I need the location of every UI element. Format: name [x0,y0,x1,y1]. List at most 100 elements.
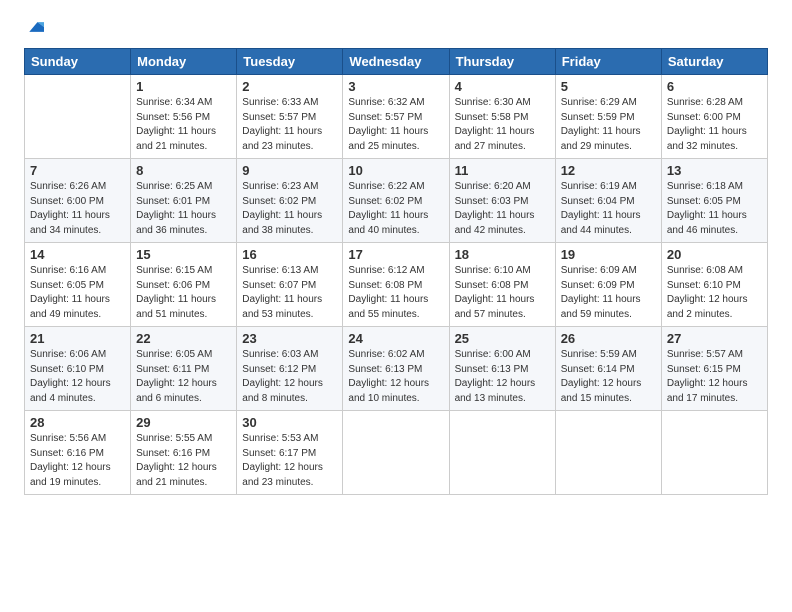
cell-info: Sunrise: 6:08 AMSunset: 6:10 PMDaylight:… [667,264,762,322]
cell-info: Sunrise: 6:19 AMSunset: 6:04 PMDaylight:… [561,180,656,238]
day-number: 28 [30,415,125,430]
cell-info: Sunrise: 6:26 AMSunset: 6:00 PMDaylight:… [30,180,125,238]
calendar-cell: 15 Sunrise: 6:15 AMSunset: 6:06 PMDayligh… [131,243,237,327]
header-day-wednesday: Wednesday [343,49,449,75]
cell-info: Sunrise: 6:22 AMSunset: 6:02 PMDaylight:… [348,180,443,238]
calendar-cell: 1 Sunrise: 6:34 AMSunset: 5:56 PMDaylight… [131,75,237,159]
day-number: 27 [667,331,762,346]
cell-info: Sunrise: 5:56 AMSunset: 6:16 PMDaylight:… [30,432,125,490]
day-number: 30 [242,415,337,430]
calendar-cell: 22 Sunrise: 6:05 AMSunset: 6:11 PMDayligh… [131,327,237,411]
day-number: 14 [30,247,125,262]
calendar-cell: 2 Sunrise: 6:33 AMSunset: 5:57 PMDaylight… [237,75,343,159]
day-number: 9 [242,163,337,178]
calendar-cell: 27 Sunrise: 5:57 AMSunset: 6:15 PMDayligh… [661,327,767,411]
calendar-cell: 12 Sunrise: 6:19 AMSunset: 6:04 PMDayligh… [555,159,661,243]
header-day-tuesday: Tuesday [237,49,343,75]
calendar-cell [25,75,131,159]
cell-info: Sunrise: 6:23 AMSunset: 6:02 PMDaylight:… [242,180,337,238]
day-number: 18 [455,247,550,262]
day-number: 15 [136,247,231,262]
day-number: 10 [348,163,443,178]
header-day-sunday: Sunday [25,49,131,75]
day-number: 3 [348,79,443,94]
calendar-cell: 19Sunrise: 6:09 AMSunset: 6:09 PMDayligh… [555,243,661,327]
logo [24,20,44,34]
day-number: 8 [136,163,231,178]
day-number: 19 [561,247,656,262]
cell-info: Sunrise: 6:32 AMSunset: 5:57 PMDaylight:… [348,96,443,154]
cell-info: Sunrise: 6:34 AMSunset: 5:56 PMDaylight:… [136,96,231,154]
cell-info: Sunrise: 5:59 AMSunset: 6:14 PMDaylight:… [561,348,656,406]
day-number: 11 [455,163,550,178]
cell-info: Sunrise: 6:16 AMSunset: 6:05 PMDaylight:… [30,264,125,322]
day-number: 1 [136,79,231,94]
header-day-thursday: Thursday [449,49,555,75]
calendar-cell [661,411,767,495]
day-number: 13 [667,163,762,178]
calendar-cell: 5Sunrise: 6:29 AMSunset: 5:59 PMDaylight… [555,75,661,159]
calendar-cell: 24 Sunrise: 6:02 AMSunset: 6:13 PMDayligh… [343,327,449,411]
cell-info: Sunrise: 6:03 AMSunset: 6:12 PMDaylight:… [242,348,337,406]
calendar-cell: 18 Sunrise: 6:10 AMSunset: 6:08 PMDayligh… [449,243,555,327]
calendar-cell: 8 Sunrise: 6:25 AMSunset: 6:01 PMDaylight… [131,159,237,243]
cell-info: Sunrise: 6:20 AMSunset: 6:03 PMDaylight:… [455,180,550,238]
calendar-cell: 16 Sunrise: 6:13 AMSunset: 6:07 PMDayligh… [237,243,343,327]
day-number: 16 [242,247,337,262]
cell-info: Sunrise: 6:00 AMSunset: 6:13 PMDaylight:… [455,348,550,406]
calendar-cell: 9 Sunrise: 6:23 AMSunset: 6:02 PMDaylight… [237,159,343,243]
calendar-cell [449,411,555,495]
day-number: 4 [455,79,550,94]
cell-info: Sunrise: 6:02 AMSunset: 6:13 PMDaylight:… [348,348,443,406]
calendar-cell: 13 Sunrise: 6:18 AMSunset: 6:05 PMDayligh… [661,159,767,243]
calendar-cell: 20 Sunrise: 6:08 AMSunset: 6:10 PMDayligh… [661,243,767,327]
calendar-cell: 4 Sunrise: 6:30 AMSunset: 5:58 PMDaylight… [449,75,555,159]
calendar-cell: 30 Sunrise: 5:53 AMSunset: 6:17 PMDayligh… [237,411,343,495]
calendar-cell [343,411,449,495]
day-number: 12 [561,163,656,178]
cell-info: Sunrise: 6:18 AMSunset: 6:05 PMDaylight:… [667,180,762,238]
cell-info: Sunrise: 6:15 AMSunset: 6:06 PMDaylight:… [136,264,231,322]
cell-info: Sunrise: 5:53 AMSunset: 6:17 PMDaylight:… [242,432,337,490]
calendar-cell: 25 Sunrise: 6:00 AMSunset: 6:13 PMDayligh… [449,327,555,411]
calendar-table: SundayMondayTuesdayWednesdayThursdayFrid… [24,48,768,495]
cell-info: Sunrise: 5:55 AMSunset: 6:16 PMDaylight:… [136,432,231,490]
cell-info: Sunrise: 6:28 AMSunset: 6:00 PMDaylight:… [667,96,762,154]
day-number: 17 [348,247,443,262]
day-number: 2 [242,79,337,94]
day-number: 7 [30,163,125,178]
cell-info: Sunrise: 6:30 AMSunset: 5:58 PMDaylight:… [455,96,550,154]
calendar-cell: 10 Sunrise: 6:22 AMSunset: 6:02 PMDayligh… [343,159,449,243]
day-number: 20 [667,247,762,262]
header-day-friday: Friday [555,49,661,75]
day-number: 6 [667,79,762,94]
header-day-monday: Monday [131,49,237,75]
cell-info: Sunrise: 6:10 AMSunset: 6:08 PMDaylight:… [455,264,550,322]
cell-info: Sunrise: 5:57 AMSunset: 6:15 PMDaylight:… [667,348,762,406]
calendar-week-1: 1 Sunrise: 6:34 AMSunset: 5:56 PMDaylight… [25,75,768,159]
cell-info: Sunrise: 6:05 AMSunset: 6:11 PMDaylight:… [136,348,231,406]
day-number: 25 [455,331,550,346]
logo-icon [26,20,44,34]
cell-info: Sunrise: 6:13 AMSunset: 6:07 PMDaylight:… [242,264,337,322]
calendar-week-4: 21Sunrise: 6:06 AMSunset: 6:10 PMDayligh… [25,327,768,411]
cell-info: Sunrise: 6:33 AMSunset: 5:57 PMDaylight:… [242,96,337,154]
calendar-cell: 6 Sunrise: 6:28 AMSunset: 6:00 PMDaylight… [661,75,767,159]
calendar-cell: 28 Sunrise: 5:56 AMSunset: 6:16 PMDayligh… [25,411,131,495]
calendar-cell: 29 Sunrise: 5:55 AMSunset: 6:16 PMDayligh… [131,411,237,495]
day-number: 5 [561,79,656,94]
calendar-cell: 3 Sunrise: 6:32 AMSunset: 5:57 PMDaylight… [343,75,449,159]
calendar-week-5: 28 Sunrise: 5:56 AMSunset: 6:16 PMDayligh… [25,411,768,495]
calendar-cell: 11 Sunrise: 6:20 AMSunset: 6:03 PMDayligh… [449,159,555,243]
day-number: 22 [136,331,231,346]
day-number: 29 [136,415,231,430]
cell-info: Sunrise: 6:06 AMSunset: 6:10 PMDaylight:… [30,348,125,406]
calendar-cell: 17Sunrise: 6:12 AMSunset: 6:08 PMDayligh… [343,243,449,327]
calendar-cell: 7 Sunrise: 6:26 AMSunset: 6:00 PMDaylight… [25,159,131,243]
calendar-cell: 26Sunrise: 5:59 AMSunset: 6:14 PMDayligh… [555,327,661,411]
day-number: 24 [348,331,443,346]
cell-info: Sunrise: 6:25 AMSunset: 6:01 PMDaylight:… [136,180,231,238]
calendar-cell: 21Sunrise: 6:06 AMSunset: 6:10 PMDayligh… [25,327,131,411]
calendar-week-3: 14 Sunrise: 6:16 AMSunset: 6:05 PMDayligh… [25,243,768,327]
calendar-cell: 23Sunrise: 6:03 AMSunset: 6:12 PMDayligh… [237,327,343,411]
